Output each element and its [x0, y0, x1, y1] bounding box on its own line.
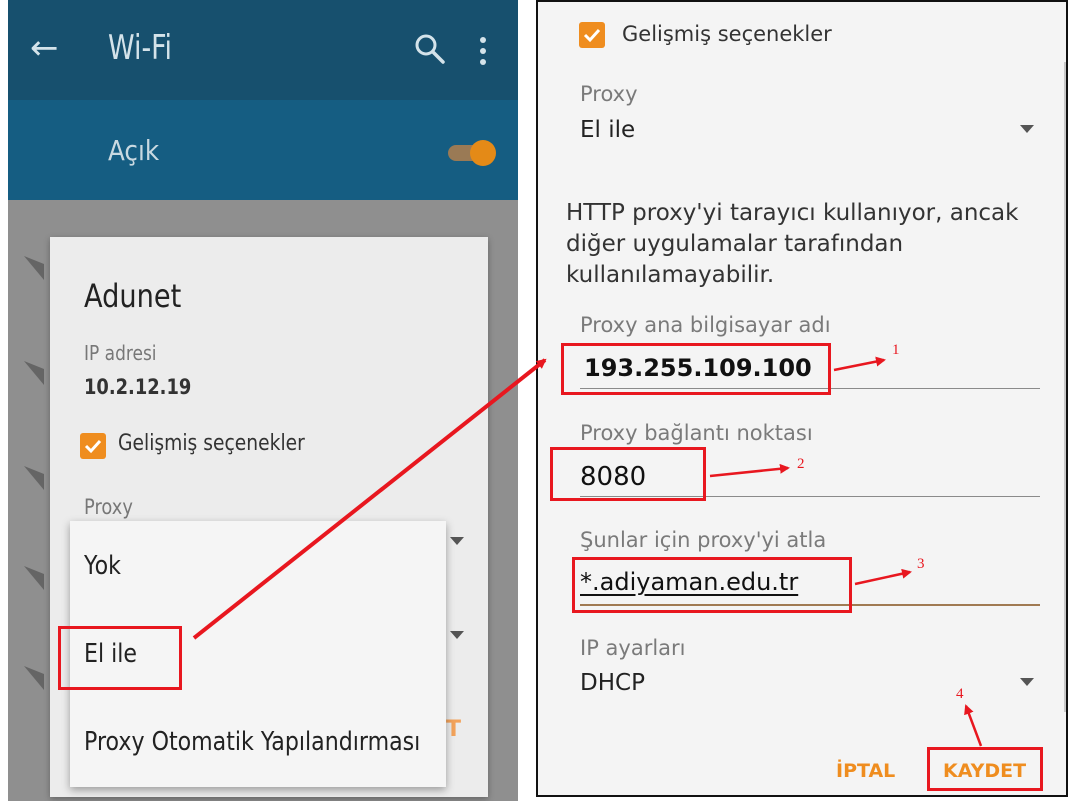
proxy-option-none[interactable]: Yok	[84, 551, 121, 581]
proxy-option-auto-config[interactable]: Proxy Otomatik Yapılandırması	[84, 727, 420, 757]
annotation-number-3: 3	[917, 556, 925, 572]
annotation-number-2: 2	[797, 456, 805, 472]
back-arrow-icon[interactable]: ←	[30, 31, 62, 65]
right-screenshot: Gelişmiş seçenekler Proxy El ile HTTP pr…	[536, 0, 1068, 797]
proxy-port-label: Proxy bağlantı noktası	[580, 421, 813, 445]
proxy-info-text: HTTP proxy'yi tarayıcı kullanıyor, ancak…	[566, 200, 1019, 288]
wifi-icon	[24, 361, 44, 385]
highlight-box-save	[927, 747, 1043, 791]
app-bar: ← Wi-Fi	[8, 0, 518, 100]
search-icon[interactable]	[413, 32, 447, 66]
ip-settings-label: IP ayarları	[580, 636, 686, 660]
more-vert-icon[interactable]	[478, 36, 488, 66]
ip-address-value: 10.2.12.19	[84, 375, 192, 399]
wifi-toggle-bar: Açık	[8, 100, 518, 200]
proxy-bypass-label: Şunlar için proxy'yi atla	[580, 528, 827, 552]
wifi-toggle-switch[interactable]	[448, 140, 498, 166]
dialog-button-partial[interactable]: T	[446, 717, 461, 742]
dropdown-caret-icon[interactable]	[450, 631, 464, 639]
dropdown-caret-icon[interactable]	[1020, 125, 1034, 133]
checkbox-checked-icon[interactable]	[80, 433, 106, 459]
wifi-icon	[24, 256, 44, 280]
advanced-options-label[interactable]: Gelişmiş seçenekler	[622, 22, 832, 46]
proxy-select-value[interactable]: El ile	[580, 117, 635, 143]
proxy-label: Proxy	[84, 495, 133, 519]
highlight-box-port	[550, 447, 706, 501]
dropdown-caret-icon[interactable]	[450, 537, 464, 545]
dropdown-caret-icon[interactable]	[1020, 678, 1034, 686]
proxy-host-label: Proxy ana bilgisayar adı	[580, 313, 831, 337]
network-name: Adunet	[84, 277, 182, 315]
advanced-options-label[interactable]: Gelişmiş seçenekler	[118, 431, 305, 456]
highlight-box-bypass	[572, 557, 852, 613]
proxy-label: Proxy	[580, 82, 638, 106]
ip-address-label: IP adresi	[84, 341, 157, 365]
wifi-icon	[24, 566, 44, 590]
scrollbar[interactable]	[1064, 62, 1066, 712]
highlight-box-manual-option	[58, 626, 182, 690]
app-bar-title: Wi-Fi	[108, 28, 172, 68]
highlight-box-host	[561, 343, 831, 395]
toggle-thumb	[470, 140, 496, 166]
annotation-number-1: 1	[892, 342, 900, 358]
ip-settings-select-value[interactable]: DHCP	[580, 670, 645, 696]
wifi-icon	[24, 466, 44, 490]
checkbox-checked-icon[interactable]	[579, 22, 605, 48]
cancel-button[interactable]: İPTAL	[836, 760, 895, 782]
wifi-toggle-label: Açık	[108, 134, 160, 167]
wifi-icon	[24, 666, 44, 690]
annotation-number-4: 4	[956, 686, 964, 702]
